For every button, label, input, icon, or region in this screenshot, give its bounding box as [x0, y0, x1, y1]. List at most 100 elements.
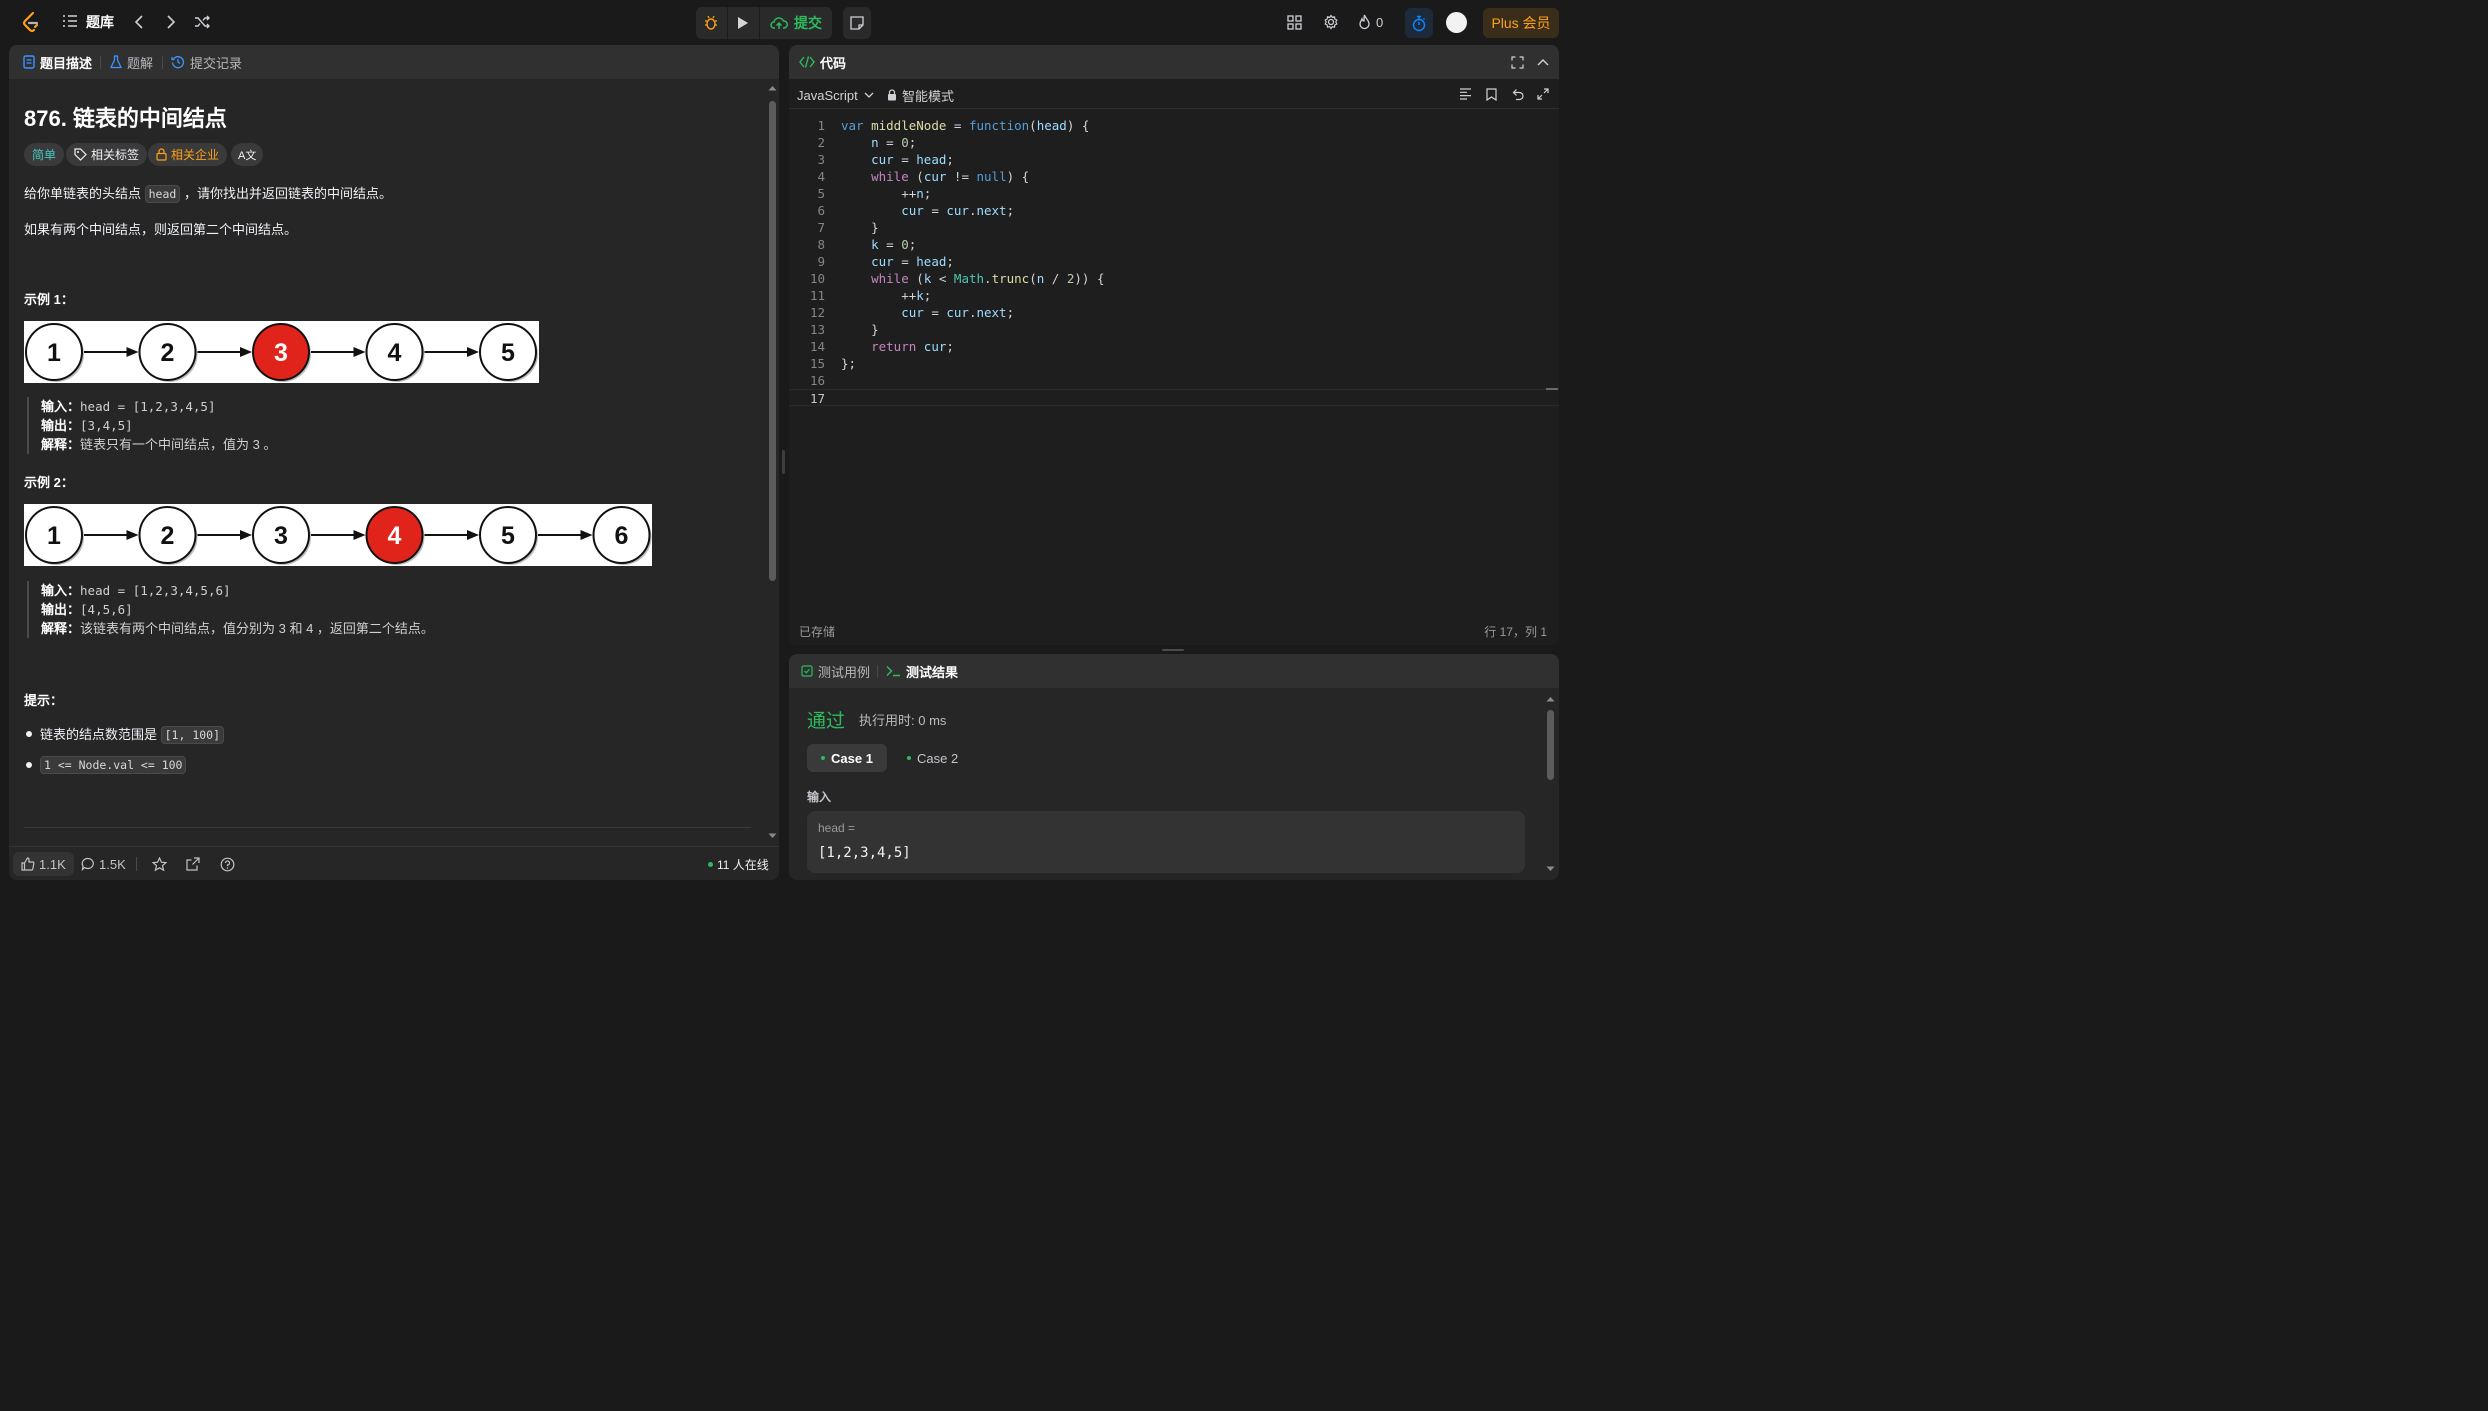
layout-button[interactable]	[1284, 12, 1304, 32]
next-problem-button[interactable]	[162, 12, 180, 32]
code-line: 10 while (k < Math.trunc(n / 2)) {	[789, 270, 1559, 287]
language-value: JavaScript	[797, 87, 858, 103]
list-node-label: 4	[388, 339, 402, 367]
run-button[interactable]	[728, 7, 758, 39]
comments-button[interactable]: 1.5K	[81, 852, 126, 876]
line-number: 16	[809, 373, 825, 388]
plus-membership-button[interactable]: Plus 会员	[1483, 8, 1559, 38]
problem-bank-button[interactable]: 题库	[62, 11, 114, 33]
code-line: 9 cur = head;	[789, 253, 1559, 270]
logo-icon[interactable]	[18, 10, 44, 34]
tab-description[interactable]: 题目描述	[23, 45, 92, 79]
format-code-button[interactable]	[1457, 86, 1473, 102]
case-1-label: Case 1	[831, 750, 873, 766]
line-number: 2	[817, 135, 825, 150]
expand-editor-button[interactable]	[1535, 86, 1551, 102]
online-label: 11 人在线	[717, 857, 769, 872]
code-line: 3 cur = head;	[789, 151, 1559, 168]
list-node-label: 2	[161, 522, 175, 550]
description-scrollbar[interactable]	[768, 85, 777, 838]
scrollbar-thumb[interactable]	[769, 101, 776, 581]
timer-button[interactable]	[1405, 8, 1433, 38]
tab-submissions[interactable]: 提交记录	[171, 45, 242, 79]
code-line: 8 k = 0;	[789, 236, 1559, 253]
document-icon	[23, 55, 35, 69]
line-number: 17	[809, 391, 825, 406]
collapse-code-button[interactable]	[1535, 54, 1551, 70]
pass-dot-icon	[821, 756, 825, 760]
thumbs-up-icon	[21, 857, 35, 871]
favorite-button[interactable]	[152, 852, 167, 876]
code-editor[interactable]: 1 var middleNode = function(head) { 2 n =…	[789, 111, 1559, 611]
line-number: 8	[817, 237, 825, 252]
streak-counter[interactable]: 0	[1358, 12, 1383, 32]
translate-icon: A文	[238, 149, 257, 162]
constraint-1-text: 链表的结点数范围是	[40, 727, 161, 742]
minimap-cursor-marker	[1546, 388, 1558, 390]
list-arrow-head	[126, 530, 139, 540]
terminal-icon	[886, 666, 900, 677]
difficulty-label: 简单	[32, 148, 57, 162]
code-line: 13 }	[789, 321, 1559, 338]
tab-test-cases[interactable]: 测试用例	[801, 654, 870, 688]
content-divider	[24, 827, 751, 828]
horizontal-resize-handle[interactable]	[1162, 649, 1184, 651]
language-select[interactable]: JavaScript	[797, 85, 874, 105]
notes-button[interactable]	[843, 7, 871, 39]
bookmark-button[interactable]	[1483, 86, 1499, 102]
code-line-current: 17	[789, 389, 1559, 406]
description-paragraph-2: 如果有两个中间结点，则返回第二个中间结点。	[24, 222, 298, 237]
top-bar: 题库 提交 0 Plus 会员	[0, 0, 1568, 44]
ex1-output: [3,4,5]	[80, 418, 133, 433]
code-tab[interactable]: 代码	[799, 45, 846, 79]
submit-button[interactable]: 提交	[760, 7, 832, 39]
reset-code-button[interactable]	[1509, 86, 1525, 102]
smart-mode-toggle[interactable]: 智能模式	[887, 85, 954, 105]
settings-button[interactable]	[1321, 12, 1341, 32]
related-companies-button[interactable]: 相关企业	[148, 143, 228, 166]
help-button[interactable]	[220, 852, 235, 876]
checkbox-icon	[801, 665, 813, 677]
result-tabs: 测试用例 测试结果	[789, 654, 1559, 688]
prev-problem-button[interactable]	[130, 12, 148, 32]
pass-dot-icon	[907, 756, 911, 760]
code-line: 16	[789, 372, 1559, 389]
related-tags-button[interactable]: 相关标签	[66, 143, 148, 166]
example-1-diagram: 1 2 3 4 5	[24, 321, 539, 383]
tab-test-result[interactable]: 测试结果	[886, 654, 958, 688]
line-number: 10	[809, 271, 825, 286]
tab-solutions[interactable]: 题解	[110, 45, 153, 79]
like-button[interactable]: 1.1K	[13, 852, 74, 876]
scrollbar-thumb[interactable]	[1547, 710, 1554, 780]
code-line: 12 cur = cur.next;	[789, 304, 1559, 321]
smart-mode-label: 智能模式	[902, 88, 955, 104]
translate-button[interactable]: A文	[231, 143, 264, 166]
example-1-block: 输入：head = [1,2,3,4,5] 输出：[3,4,5] 解释：链表只有…	[27, 397, 276, 454]
case-2-tab[interactable]: Case 2	[893, 744, 972, 772]
random-problem-button[interactable]	[192, 12, 212, 32]
example-2-diagram: 1 2 3 4 5 6	[24, 504, 652, 566]
debug-button[interactable]	[696, 7, 726, 39]
gear-icon	[1324, 14, 1338, 30]
tab-description-label: 题目描述	[40, 55, 93, 71]
avatar[interactable]	[1446, 12, 1467, 33]
list-arrow-head	[126, 347, 139, 357]
difficulty-badge[interactable]: 简单	[24, 143, 65, 166]
share-button[interactable]	[186, 852, 200, 876]
constraint-1: 链表的结点数范围是 [1, 100]	[26, 724, 225, 744]
result-scrollbar[interactable]	[1545, 694, 1555, 874]
online-dot-icon	[708, 861, 713, 867]
list-arrow-head	[467, 347, 479, 357]
chevron-right-icon	[167, 15, 176, 29]
cursor-position: 行 17，列 1	[1484, 625, 1547, 639]
tab-test-result-label: 测试结果	[906, 664, 959, 680]
editor-statusbar: 已存储 行 17，列 1	[789, 613, 1559, 645]
maximize-code-button[interactable]	[1509, 54, 1525, 70]
case-1-tab[interactable]: Case 1	[807, 744, 887, 772]
list-node-label: 1	[47, 339, 61, 367]
ex1-input-label: 输入：	[41, 399, 81, 414]
desc-text-2: ，请你找出并返回链表的中间结点。	[180, 186, 392, 201]
list-arrow-head	[353, 530, 366, 540]
comment-icon	[81, 857, 94, 871]
vertical-resize-handle[interactable]	[782, 450, 785, 474]
